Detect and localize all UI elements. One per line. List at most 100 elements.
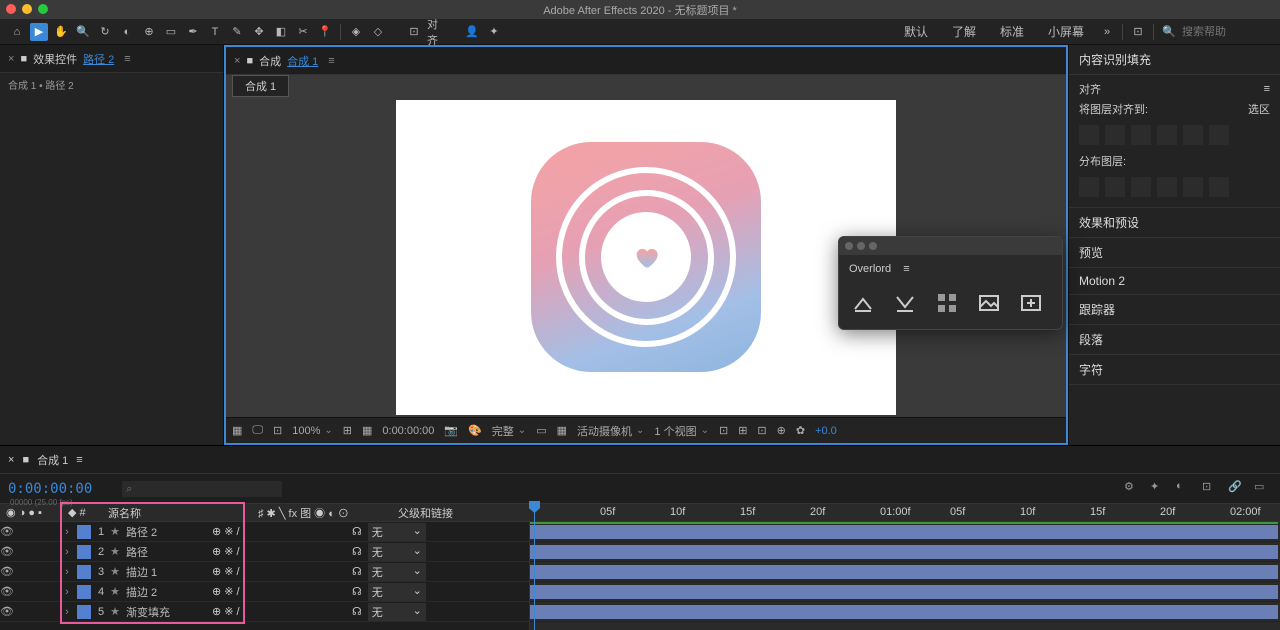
section-align[interactable]: 对齐 — [1079, 81, 1101, 97]
clone-tool-icon[interactable]: ✥ — [250, 23, 268, 41]
snapshot-icon[interactable]: 📷 — [444, 424, 458, 437]
align-menu-icon[interactable]: ≡ — [1264, 83, 1270, 95]
zoom-tool-icon[interactable]: 🔍 — [74, 23, 92, 41]
rotate-tool-icon[interactable]: ◐ — [118, 23, 136, 41]
home-icon[interactable]: ⌂ — [8, 23, 26, 41]
tl-icon-4[interactable]: ⊡ — [1202, 480, 1220, 498]
workspace-standard[interactable]: 标准 — [990, 23, 1034, 40]
comp-panel-menu-icon[interactable]: ≡ — [328, 55, 334, 67]
overlord-push-icon[interactable] — [849, 289, 877, 317]
color-label[interactable] — [77, 565, 91, 579]
tl-close-icon[interactable]: × — [8, 454, 14, 466]
parent-dropdown[interactable]: 无⌄ — [368, 543, 426, 561]
layer-row[interactable]: 👁 › 5 ★ 渐变填充 ⊕ ※ / ☊无⌄ — [0, 602, 529, 622]
color-label[interactable] — [77, 605, 91, 619]
color-icon[interactable]: 🎨 — [468, 424, 482, 437]
vf-icon-3[interactable]: ⊡ — [757, 424, 766, 437]
vf-icon-4[interactable]: ⊕ — [777, 424, 786, 437]
close-tab-icon[interactable]: × — [8, 53, 14, 65]
align-left-icon[interactable] — [1079, 125, 1099, 145]
mode-icons[interactable]: ⊕ ※ / — [212, 605, 240, 618]
time-ruler[interactable]: 05f 10f 15f 20f 01:00f 05f 10f 15f 20f 0… — [530, 504, 1280, 522]
layer-name[interactable]: 渐变填充 — [122, 604, 212, 620]
mask-icon[interactable]: ✦ — [485, 23, 503, 41]
user-icon[interactable]: 👤 — [463, 23, 481, 41]
timeline-tracks[interactable]: 05f 10f 15f 20f 01:00f 05f 10f 15f 20f 0… — [530, 522, 1280, 630]
tl-icon-2[interactable]: ✦ — [1150, 480, 1168, 498]
overlord-min-icon[interactable] — [857, 242, 865, 250]
layer-row[interactable]: 👁 › 2 ★ 路径 ⊕ ※ / ☊无⌄ — [0, 542, 529, 562]
visibility-icon[interactable]: 👁 — [0, 585, 14, 598]
layer-search-input[interactable] — [122, 481, 282, 497]
vf-icon-2[interactable]: ⊞ — [738, 424, 747, 437]
views-dropdown[interactable]: 1 个视图 — [654, 423, 709, 439]
visibility-icon[interactable]: 👁 — [0, 605, 14, 618]
pickwhip-icon[interactable]: ☊ — [352, 525, 362, 538]
workspace-default[interactable]: 默认 — [894, 23, 938, 40]
dist-4-icon[interactable] — [1157, 177, 1177, 197]
layer-bar[interactable] — [530, 565, 1278, 579]
parent-dropdown[interactable]: 无⌄ — [368, 583, 426, 601]
align-top-icon[interactable] — [1157, 125, 1177, 145]
pickwhip-icon[interactable]: ☊ — [352, 585, 362, 598]
search-icon[interactable]: 🔍 — [1160, 23, 1178, 41]
mode-icons[interactable]: ⊕ ※ / — [212, 545, 240, 558]
visibility-icon[interactable]: 👁 — [0, 565, 14, 578]
overlord-max-icon[interactable] — [869, 242, 877, 250]
layer-row[interactable]: 👁 › 3 ★ 描边 1 ⊕ ※ / ☊无⌄ — [0, 562, 529, 582]
layer-bar[interactable] — [530, 525, 1278, 539]
track[interactable] — [530, 542, 1280, 562]
pickwhip-icon[interactable]: ☊ — [352, 565, 362, 578]
snap-icon[interactable]: ⊡ — [405, 23, 423, 41]
tl-icon-1[interactable]: ⚙ — [1124, 480, 1142, 498]
overlord-grid-icon[interactable] — [933, 289, 961, 317]
expand-icon[interactable]: › — [60, 546, 74, 558]
viewer-tab[interactable]: 合成 1 — [232, 75, 289, 97]
grid-icon[interactable]: ▦ — [362, 424, 372, 437]
workspace-learn[interactable]: 了解 — [942, 23, 986, 40]
track[interactable] — [530, 582, 1280, 602]
section-content-aware[interactable]: 内容识别填充 — [1079, 51, 1270, 68]
tl-icon-3[interactable]: ◐ — [1176, 480, 1194, 498]
track[interactable] — [530, 522, 1280, 542]
mode-icons[interactable]: ⊕ ※ / — [212, 565, 240, 578]
pickwhip-icon[interactable]: ☊ — [352, 605, 362, 618]
exposure-value[interactable]: +0.0 — [815, 425, 837, 437]
minimize-window-icon[interactable] — [22, 4, 32, 14]
zoom-dropdown[interactable]: 100% — [292, 425, 333, 437]
layer-bar[interactable] — [530, 545, 1278, 559]
dist-5-icon[interactable] — [1183, 177, 1203, 197]
layer-row[interactable]: 👁 › 1 ★ 路径 2 ⊕ ※ / ☊无⌄ — [0, 522, 529, 542]
comp-tab-active[interactable]: 合成 1 — [287, 53, 318, 69]
brush-tool-icon[interactable]: ✎ — [228, 23, 246, 41]
parent-dropdown[interactable]: 无⌄ — [368, 603, 426, 621]
tl-menu-icon[interactable]: ≡ — [76, 454, 82, 466]
dist-1-icon[interactable] — [1079, 177, 1099, 197]
region-icon[interactable]: ▭ — [536, 424, 546, 437]
layer-name[interactable]: 路径 — [122, 544, 212, 560]
time-display[interactable]: 0:00:00:00 — [382, 425, 434, 437]
close-window-icon[interactable] — [6, 4, 16, 14]
selection-tool-icon[interactable]: ▶ — [30, 23, 48, 41]
expand-icon[interactable]: › — [60, 566, 74, 578]
fill-icon[interactable]: ◈ — [347, 23, 365, 41]
maximize-window-icon[interactable] — [38, 4, 48, 14]
workspace-small[interactable]: 小屏幕 — [1038, 23, 1094, 40]
effects-active-item[interactable]: 路径 2 — [83, 51, 114, 67]
transparency-icon[interactable]: ▦ — [557, 424, 567, 437]
visibility-icon[interactable]: 👁 — [0, 545, 14, 558]
overlord-menu-icon[interactable]: ≡ — [903, 263, 909, 275]
layer-bar[interactable] — [530, 605, 1278, 619]
timecode[interactable]: 0:00:00:00 — [8, 481, 92, 497]
layer-bar[interactable] — [530, 585, 1278, 599]
section-effects-presets[interactable]: 效果和预设 — [1079, 214, 1270, 231]
section-paragraph[interactable]: 段落 — [1079, 331, 1270, 348]
tl-comp-name[interactable]: 合成 1 — [37, 452, 68, 468]
playhead[interactable] — [534, 504, 535, 630]
workspace-more-icon[interactable]: » — [1098, 23, 1116, 41]
anchor-tool-icon[interactable]: ⊕ — [140, 23, 158, 41]
mode-icons[interactable]: ⊕ ※ / — [212, 585, 240, 598]
orbit-tool-icon[interactable]: ↻ — [96, 23, 114, 41]
visibility-icon[interactable]: 👁 — [0, 525, 14, 538]
overlord-close-icon[interactable] — [845, 242, 853, 250]
